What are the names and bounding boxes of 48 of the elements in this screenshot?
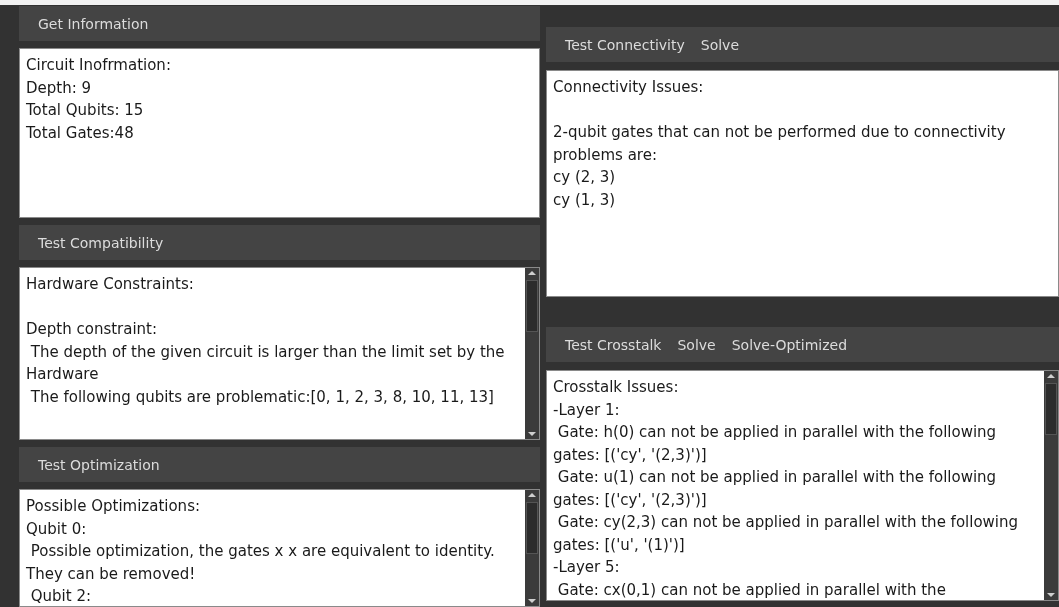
output-line: cy (2, 3) — [553, 167, 617, 188]
output-line: Gate: u(1) can not be applied in parallel with the following gates: [('cy', '(2,3)')] — [553, 467, 998, 511]
scrollbar[interactable] — [1044, 371, 1058, 600]
output-text-box[interactable]: Possible Optimizations: Qubit 0: Possible optimization, the gates x x are equivalent to identity. They can be removed! Qubit 2: — [19, 489, 540, 607]
output-line: Depth constraint: — [26, 319, 159, 340]
toolbar-button[interactable]: Test Crosstalk — [558, 332, 669, 357]
output-line: The following qubits are problematic:[0, 1, 2, 3, 8, 10, 11, 13] — [29, 386, 495, 408]
output-line: Possible Optimizations: — [26, 496, 201, 517]
scrollbar-thumb[interactable] — [526, 502, 538, 554]
scroll-down-icon[interactable] — [1045, 590, 1057, 600]
output-line: Gate: cy(2,3) can not be applied in parallel with the following gates: [('u', '(1)')] — [553, 512, 1020, 556]
output-line: Total Qubits: 15 — [26, 100, 145, 121]
toolbar-button[interactable]: Solve — [670, 332, 723, 357]
toolbar-button[interactable]: Solve — [693, 32, 746, 57]
output-text-box[interactable] — [546, 370, 1059, 601]
toolbar-button[interactable]: Test Connectivity — [558, 32, 692, 57]
output-line: Depth: 9 — [26, 77, 93, 99]
scrollbar[interactable] — [525, 268, 539, 439]
output-line: Circuit Inofrmation: — [26, 55, 172, 76]
scroll-up-icon[interactable] — [526, 268, 538, 278]
toolbar-button[interactable]: Solve-Optimized — [724, 332, 855, 357]
output-line: Gate: cx(0,1) can not be applied in parallel with the — [556, 579, 947, 600]
output-line: Connectivity Issues: — [553, 77, 705, 98]
scrollbar-thumb[interactable] — [526, 280, 538, 332]
scroll-down-icon[interactable] — [526, 596, 538, 606]
scroll-up-icon[interactable] — [526, 490, 538, 500]
output-line: cy (1, 3) — [553, 189, 617, 211]
scrollbar[interactable] — [525, 490, 539, 606]
output-text-box[interactable]: Connectivity Issues: 2-qubit gates that can not be performed due to connectivity problems are: cy (2, 3) cy (1, 3) — [546, 70, 1059, 297]
output-text-box[interactable]: Circuit Inofrmation: Depth: 9 Total Qubits: 15 Total Gates:48 — [19, 48, 540, 218]
output-text-box[interactable]: Hardware Constraints: Depth constraint: The depth of the given circuit is larger than the limit set by the Hardware The following qubits are problematic:[0, 1, 2, 3, 8, 10, 11, 13] — [19, 267, 540, 440]
toolbar-button[interactable]: Test Compatibility — [31, 230, 171, 255]
output-line: Crosstalk Issues: — [553, 377, 680, 398]
output-line: Qubit 0: — [26, 518, 88, 540]
output-line: Gate: h(0) can not be applied in parallel with the following gates: [('cy', '(2,3)')] — [553, 422, 998, 466]
output-line: Hardware Constraints: — [26, 274, 195, 295]
output-line: -Layer 5: — [553, 557, 621, 578]
scrollbar-thumb[interactable] — [1045, 383, 1057, 435]
output-line: Possible optimization, the gates x x are equivalent to identity. They can be removed! — [26, 541, 496, 585]
output-line: The depth of the given circuit is larger than the limit set by the Hardware — [26, 341, 506, 385]
output-line: 2-qubit gates that can not be performed due to connectivity problems are: — [553, 122, 1007, 166]
output-line: Total Gates:48 — [26, 122, 135, 144]
output-line: -Layer 1: — [553, 399, 621, 421]
toolbar-button[interactable]: Get Information — [31, 11, 156, 36]
scroll-down-icon[interactable] — [526, 429, 538, 439]
scroll-up-icon[interactable] — [1045, 371, 1057, 381]
output-line: Qubit 2: — [29, 586, 93, 606]
toolbar-button[interactable]: Test Optimization — [31, 452, 167, 477]
